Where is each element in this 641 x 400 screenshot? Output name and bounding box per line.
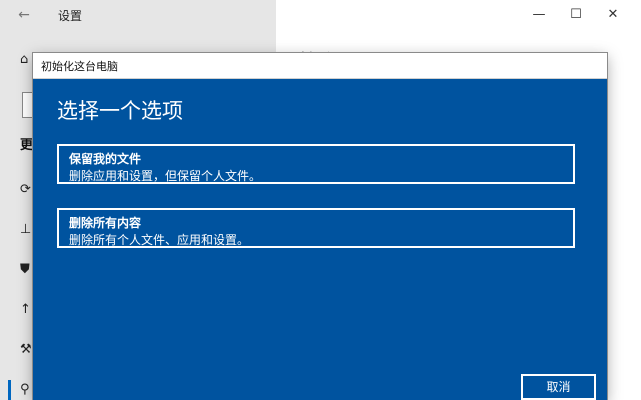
minimize-button[interactable]: — (528, 6, 550, 24)
remove-everything-option[interactable]: 删除所有内容 删除所有个人文件、应用和设置。 (57, 208, 575, 248)
option-title: 删除所有内容 (69, 216, 142, 230)
sidebar-section-heading: 更 (20, 138, 34, 153)
dialog-heading: 选择一个选项 (57, 99, 183, 123)
selected-indicator (8, 380, 11, 400)
reset-pc-dialog: 初始化这台电脑 选择一个选项 保留我的文件 删除应用和设置，但保留个人文件。 删… (33, 53, 607, 400)
keep-my-files-option[interactable]: 保留我的文件 删除应用和设置，但保留个人文件。 (57, 144, 575, 184)
back-arrow-icon[interactable]: ← (14, 6, 34, 24)
close-button[interactable]: ✕ (602, 6, 624, 24)
maximize-button[interactable]: ☐ (565, 6, 587, 24)
dialog-title: 初始化这台电脑 (41, 60, 118, 73)
option-description: 删除所有个人文件、应用和设置。 (69, 233, 250, 247)
option-title: 保留我的文件 (69, 152, 142, 166)
window-title: 设置 (58, 9, 83, 23)
option-description: 删除应用和设置，但保留个人文件。 (69, 169, 262, 183)
cancel-button[interactable]: 取消 (521, 374, 596, 400)
dialog-titlebar: 初始化这台电脑 (33, 53, 607, 79)
window-titlebar: ← 设置 — ☐ ✕ (0, 0, 641, 30)
